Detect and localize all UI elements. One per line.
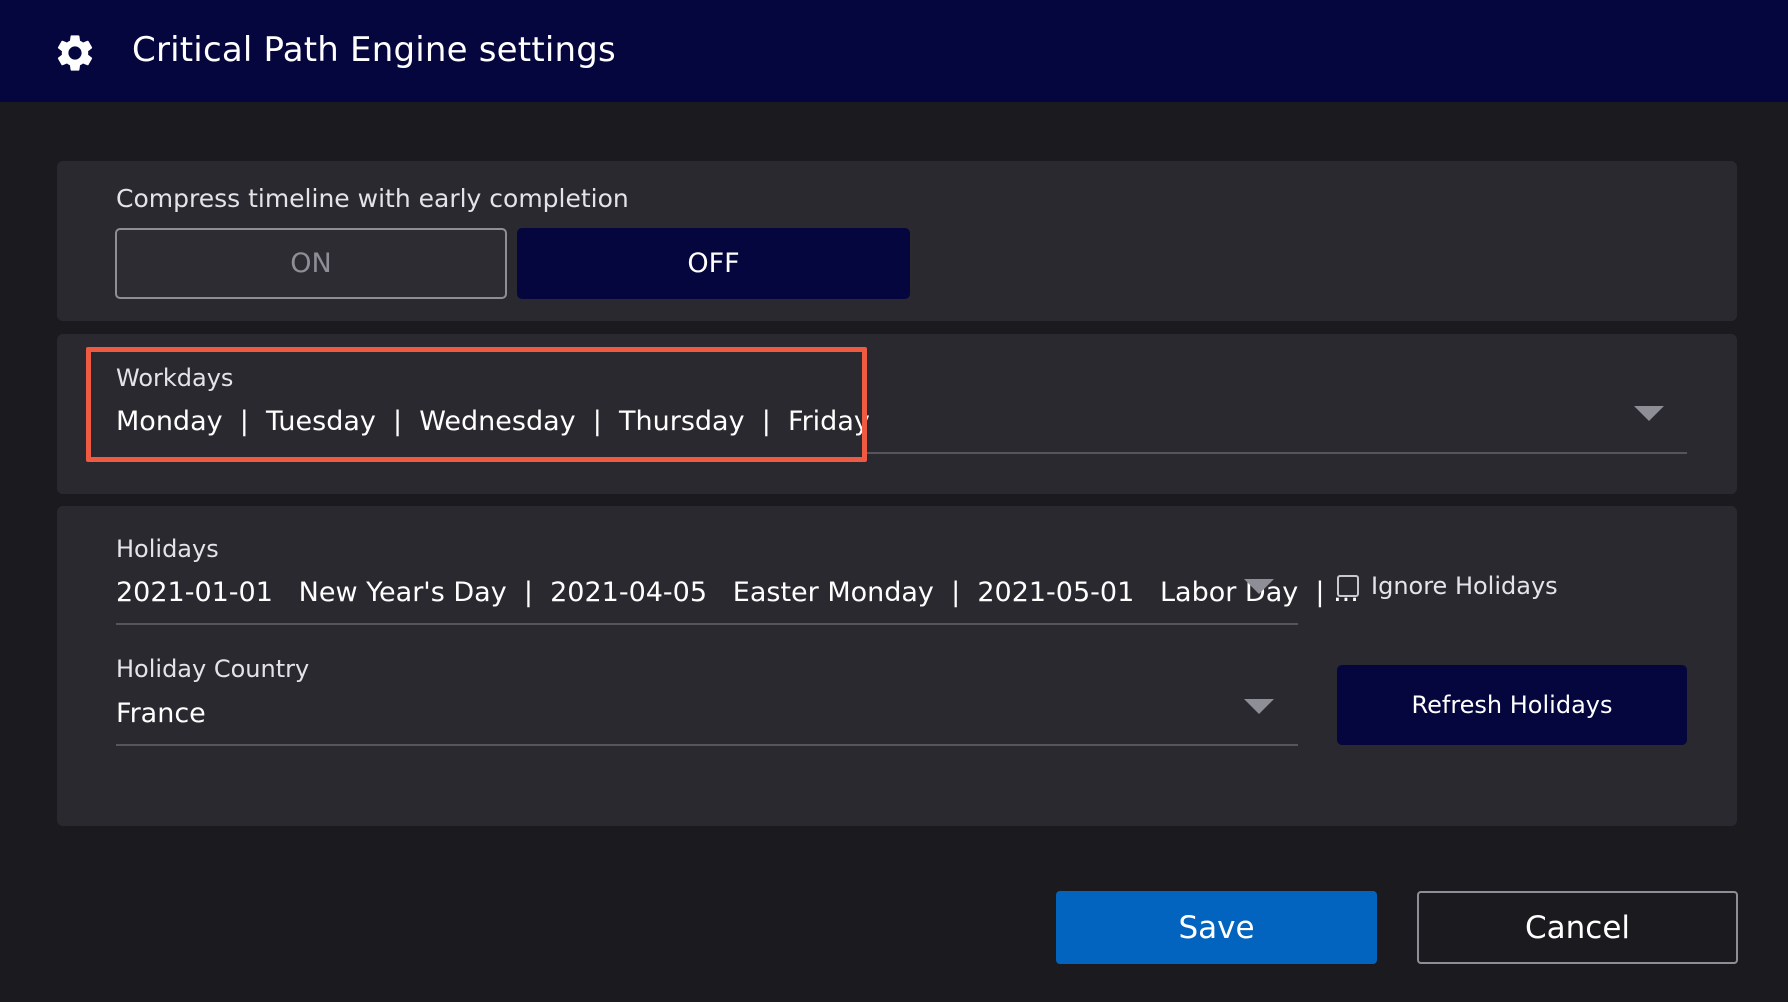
dialog-title-bar: Critical Path Engine settings xyxy=(0,0,1788,102)
chevron-down-icon[interactable] xyxy=(1244,699,1274,714)
refresh-holidays-button[interactable]: Refresh Holidays xyxy=(1337,665,1687,745)
workdays-panel: Workdays Monday | Tuesday | Wednesday | … xyxy=(57,334,1737,494)
holidays-panel: Holidays 2021-01-01 New Year's Day | 202… xyxy=(57,506,1737,826)
workdays-select[interactable]: Monday | Tuesday | Wednesday | Thursday … xyxy=(116,406,870,437)
holiday-country-select[interactable]: France xyxy=(116,698,206,729)
compress-timeline-label: Compress timeline with early completion xyxy=(116,184,629,213)
chevron-down-icon[interactable] xyxy=(1634,406,1664,421)
compress-off-button[interactable]: OFF xyxy=(517,228,910,299)
ignore-holidays-checkbox[interactable] xyxy=(1337,575,1359,597)
settings-dialog: Critical Path Engine settings Compress t… xyxy=(0,0,1788,1002)
dialog-title: Critical Path Engine settings xyxy=(132,30,616,70)
compress-timeline-panel: Compress timeline with early completion … xyxy=(57,161,1737,321)
save-button[interactable]: Save xyxy=(1056,891,1377,964)
holidays-label: Holidays xyxy=(116,535,219,563)
compress-on-button[interactable]: ON xyxy=(115,228,507,299)
ignore-holidays-label: Ignore Holidays xyxy=(1371,572,1558,600)
workdays-label: Workdays xyxy=(116,364,234,392)
chevron-down-icon[interactable] xyxy=(1244,579,1274,594)
holidays-underline xyxy=(116,623,1298,625)
ignore-holidays-option[interactable]: Ignore Holidays xyxy=(1337,572,1558,600)
gear-icon xyxy=(57,35,93,71)
workdays-underline xyxy=(866,452,1687,454)
holidays-select[interactable]: 2021-01-01 New Year's Day | 2021-04-05 E… xyxy=(116,577,1359,608)
holiday-country-label: Holiday Country xyxy=(116,655,310,683)
holiday-country-underline xyxy=(116,744,1298,746)
cancel-button[interactable]: Cancel xyxy=(1417,891,1738,964)
